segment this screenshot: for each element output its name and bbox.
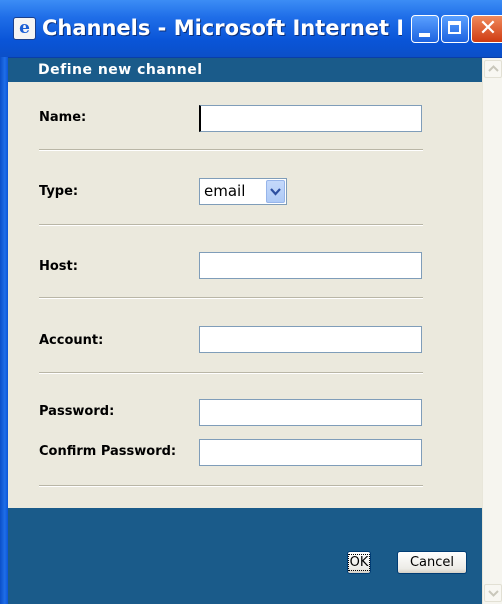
account-label: Account:	[39, 333, 104, 348]
password-label: Password:	[39, 404, 115, 419]
host-label: Host:	[39, 259, 78, 274]
maximize-button[interactable]	[441, 15, 469, 43]
scroll-up-button[interactable]	[484, 60, 502, 78]
divider	[39, 485, 423, 487]
divider	[39, 149, 423, 151]
ok-button[interactable]: OK	[347, 551, 371, 574]
maximize-icon	[448, 21, 461, 34]
password-input[interactable]	[199, 399, 422, 426]
close-icon: ✕	[478, 16, 498, 41]
name-label: Name:	[39, 110, 87, 125]
dialog-content: Define new channel Name: Type: email Hos…	[8, 58, 482, 604]
dialog-footer: OK Cancel	[8, 508, 482, 604]
panel-header: Define new channel	[8, 58, 482, 82]
divider	[39, 297, 423, 299]
vertical-scrollbar[interactable]	[482, 58, 502, 604]
window-title: Channels - Microsoft Internet Explor...	[42, 16, 402, 40]
minimize-icon	[419, 33, 430, 37]
window-frame-left	[0, 57, 8, 604]
type-label: Type:	[39, 184, 79, 199]
cancel-button[interactable]: Cancel	[397, 551, 467, 574]
divider	[39, 372, 423, 374]
ie-icon: e	[13, 17, 36, 40]
type-select[interactable]: email	[199, 178, 287, 205]
account-input[interactable]	[199, 326, 422, 353]
minimize-button[interactable]	[411, 15, 439, 43]
scroll-down-button[interactable]	[484, 584, 502, 602]
divider	[39, 224, 423, 226]
chevron-up-icon	[488, 65, 499, 72]
window-titlebar[interactable]: e Channels - Microsoft Internet Explor..…	[0, 0, 502, 58]
browser-window: e Channels - Microsoft Internet Explor..…	[0, 0, 502, 604]
chevron-down-icon[interactable]	[266, 180, 285, 203]
name-input[interactable]	[199, 105, 422, 132]
confirm-password-input[interactable]	[199, 439, 422, 466]
type-select-value: email	[204, 182, 246, 200]
close-button[interactable]: ✕	[471, 15, 502, 43]
ok-button-label: OK	[347, 554, 371, 571]
confirm-password-label: Confirm Password:	[39, 444, 177, 459]
host-input[interactable]	[199, 252, 422, 279]
chevron-down-icon	[488, 590, 499, 597]
